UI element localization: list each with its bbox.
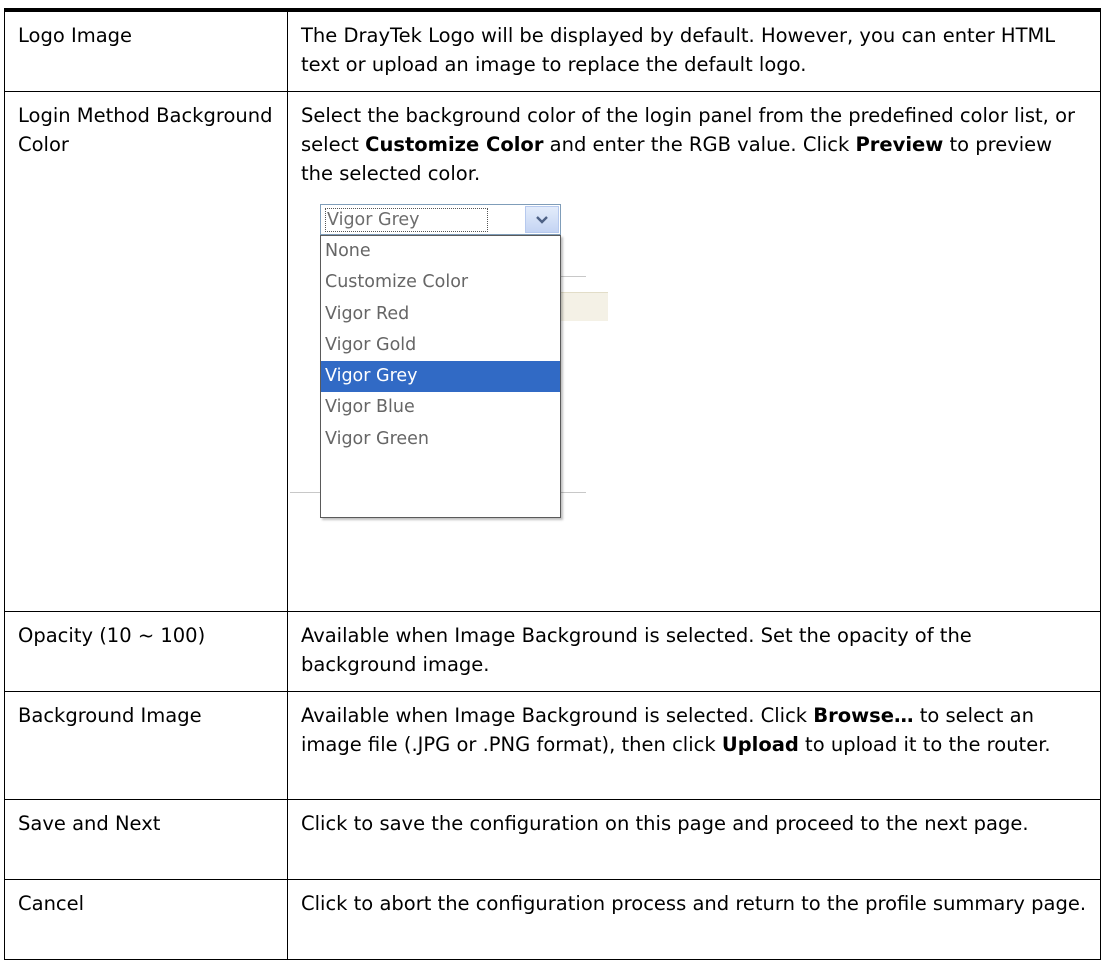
option-vigor-gold[interactable]: Vigor Gold <box>321 330 560 361</box>
select-current-value: Vigor Grey <box>325 208 488 232</box>
description-text-part: Available when Image Background is selec… <box>301 704 814 727</box>
description-text: Select the background color of the login… <box>301 101 1088 188</box>
term-cell: Save and Next <box>4 799 288 880</box>
ghost-line <box>290 492 320 493</box>
preview-term: Preview <box>855 133 944 156</box>
description-text: Available when Image Background is selec… <box>301 701 1088 759</box>
option-vigor-green[interactable]: Vigor Green <box>321 424 560 455</box>
description-cell: Available when Image Background is selec… <box>287 691 1101 800</box>
description-cell: Click to save the configuration on this … <box>287 799 1101 880</box>
description-text-part: and enter the RGB value. Click <box>543 133 856 156</box>
option-none[interactable]: None <box>321 236 560 267</box>
settings-table: Logo Image The DrayTek Logo will be disp… <box>4 8 1101 960</box>
color-dropdown-illustration: Vigor Grey None Customize Color Vigor Re… <box>290 204 620 518</box>
description-text: The DrayTek Logo will be displayed by de… <box>301 24 1056 76</box>
table-row: Logo Image The DrayTek Logo will be disp… <box>4 8 1101 92</box>
browse-term: Browse… <box>813 704 914 727</box>
term-cell: Background Image <box>4 691 288 800</box>
option-vigor-grey[interactable]: Vigor Grey <box>321 361 560 393</box>
upload-term: Upload <box>721 733 799 756</box>
table-row: Opacity (10 ~ 100) Available when Image … <box>4 611 1101 692</box>
description-cell: Available when Image Background is selec… <box>287 611 1101 692</box>
ghost-line <box>560 492 586 493</box>
description-text-part: to upload it to the router. <box>798 733 1051 756</box>
description-text: Click to save the configuration on this … <box>301 812 1029 835</box>
description-cell: Select the background color of the login… <box>287 91 1101 612</box>
background-color-select[interactable]: Vigor Grey <box>320 204 561 235</box>
table-row: Save and Next Click to save the configur… <box>4 799 1101 880</box>
option-customize-color[interactable]: Customize Color <box>321 267 560 298</box>
term-cell: Opacity (10 ~ 100) <box>4 611 288 692</box>
description-text: Available when Image Background is selec… <box>301 624 972 676</box>
table-row: Cancel Click to abort the configuration … <box>4 879 1101 960</box>
option-vigor-red[interactable]: Vigor Red <box>321 299 560 330</box>
description-text: Click to abort the configuration process… <box>301 892 1087 915</box>
ghost-line <box>560 276 586 277</box>
table-row: Login Method Background Color Select the… <box>4 91 1101 612</box>
description-cell: The DrayTek Logo will be displayed by de… <box>287 8 1101 92</box>
ghost-panel <box>560 292 608 321</box>
chevron-down-icon[interactable] <box>525 206 559 233</box>
table-row: Background Image Available when Image Ba… <box>4 691 1101 800</box>
description-cell: Click to abort the configuration process… <box>287 879 1101 960</box>
term-cell: Login Method Background Color <box>4 91 288 612</box>
option-vigor-blue[interactable]: Vigor Blue <box>321 392 560 423</box>
term-cell: Cancel <box>4 879 288 960</box>
term-cell: Logo Image <box>4 8 288 92</box>
color-options-list: None Customize Color Vigor Red Vigor Gol… <box>320 235 561 518</box>
customize-color-term: Customize Color <box>365 133 544 156</box>
